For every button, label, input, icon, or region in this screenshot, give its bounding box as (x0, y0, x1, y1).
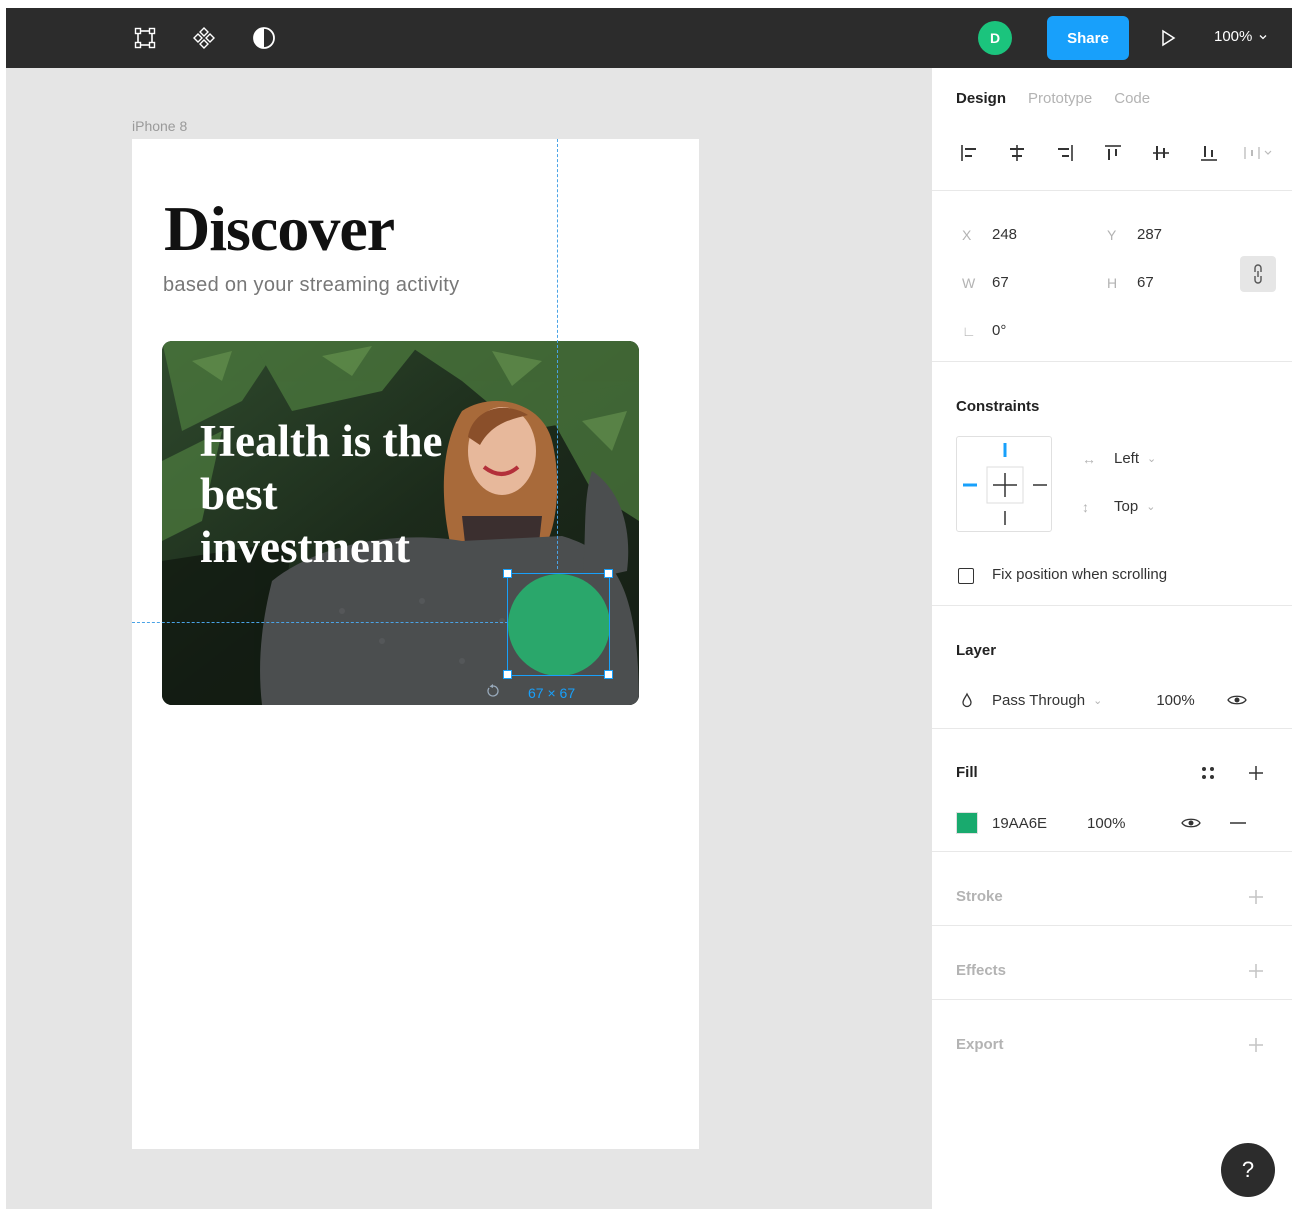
align-top-icon[interactable] (1100, 140, 1126, 166)
resize-handle-br[interactable] (604, 670, 613, 679)
align-left-icon[interactable] (956, 140, 982, 166)
tab-design[interactable]: Design (956, 90, 1006, 107)
horizontal-constraint-dropdown[interactable]: ↔ Left ⌄ (1082, 450, 1156, 467)
component-icon[interactable] (190, 24, 218, 52)
divider (932, 851, 1292, 852)
y-label: Y (1107, 226, 1117, 243)
link-icon (1254, 264, 1262, 284)
rotation-label: ∟ (962, 322, 976, 339)
subtitle-text[interactable]: based on your streaming activity (163, 274, 459, 297)
remove-fill-icon[interactable] (1229, 821, 1247, 825)
discover-heading[interactable]: Discover (164, 192, 395, 266)
h-value: 67 (1137, 274, 1154, 291)
align-middle-v-icon[interactable] (1148, 140, 1174, 166)
share-button[interactable]: Share (1047, 16, 1129, 60)
constraints-diagram (963, 443, 1047, 525)
divider (932, 605, 1292, 606)
frame-icon[interactable] (131, 24, 159, 52)
drop-icon (962, 692, 972, 708)
constrain-proportions-button[interactable] (1240, 256, 1276, 292)
w-field[interactable]: W 67 (962, 274, 1009, 291)
x-field[interactable]: X 248 (962, 226, 1017, 243)
fix-position-checkbox[interactable] (958, 568, 974, 584)
h-field[interactable]: H 67 (1107, 274, 1154, 291)
add-stroke-icon[interactable] (1247, 888, 1265, 906)
design-panel: Design Prototype Code X 248 Y 287 W 67 H… (931, 68, 1292, 1209)
x-label: X (962, 226, 972, 243)
tab-prototype[interactable]: Prototype (1028, 90, 1092, 107)
vertical-arrows-icon: ↕ (1082, 498, 1089, 515)
chevron-down-icon: ⌄ (1093, 694, 1103, 707)
rotate-icon[interactable] (486, 684, 500, 698)
fill-hex[interactable]: 19AA6E (992, 815, 1047, 832)
blend-mode-dropdown[interactable]: Pass Through (992, 692, 1085, 709)
zoom-dropdown[interactable]: 100% (1214, 28, 1268, 45)
fill-swatch[interactable] (956, 812, 978, 834)
styles-grid-icon[interactable] (1200, 765, 1216, 781)
stroke-title: Stroke (956, 888, 1003, 905)
eye-icon[interactable] (1181, 816, 1202, 830)
add-fill-icon[interactable] (1247, 764, 1265, 782)
layer-opacity[interactable]: 100% (1156, 692, 1194, 709)
add-effect-icon[interactable] (1247, 962, 1265, 980)
contrast-icon[interactable] (250, 24, 278, 52)
fill-title: Fill (956, 764, 978, 781)
panel-tabs: Design Prototype Code (956, 90, 1150, 107)
w-value: 67 (992, 274, 1009, 291)
layer-title: Layer (956, 642, 997, 659)
constraints-widget[interactable] (956, 436, 1052, 532)
user-avatar[interactable]: D (978, 21, 1012, 55)
horizontal-guide (132, 622, 508, 623)
horizontal-arrows-icon: ↔ (1082, 450, 1096, 467)
fill-opacity[interactable]: 100% (1087, 815, 1125, 832)
divider (932, 999, 1292, 1000)
divider (932, 728, 1292, 729)
w-label: W (962, 274, 976, 291)
horizontal-constraint-value: Left (1114, 450, 1140, 467)
vertical-constraint-dropdown[interactable]: ↕ Top ⌄ (1082, 498, 1155, 515)
fill-row: 19AA6E 100% (956, 808, 1278, 838)
fix-position-label[interactable]: Fix position when scrolling (992, 566, 1167, 583)
vertical-guide (557, 139, 558, 569)
divider (932, 190, 1292, 191)
frame-label[interactable]: iPhone 8 (132, 118, 187, 134)
layer-row: Pass Through ⌄ 100% (956, 685, 1278, 715)
divider (932, 925, 1292, 926)
effects-title: Effects (956, 962, 1007, 979)
align-right-icon[interactable] (1052, 140, 1078, 166)
alignment-toolbar (956, 140, 1278, 170)
chevron-down-icon: ⌄ (1147, 453, 1157, 465)
play-icon[interactable] (1156, 26, 1180, 50)
divider (932, 361, 1292, 362)
selection-box[interactable] (507, 573, 610, 676)
rotation-value: 0° (992, 322, 1007, 339)
constraints-title: Constraints (956, 398, 1040, 415)
h-label: H (1107, 274, 1118, 291)
distribute-icon[interactable] (1240, 140, 1278, 166)
export-title: Export (956, 1036, 1004, 1053)
card-title[interactable]: Health is the best investment (200, 415, 480, 574)
x-value: 248 (992, 226, 1018, 243)
rotation-field[interactable]: ∟ 0° (962, 322, 1006, 339)
help-button[interactable]: ? (1221, 1143, 1275, 1197)
selection-size-label: 67 × 67 (528, 685, 576, 701)
chevron-down-icon: ⌄ (1146, 501, 1156, 513)
align-center-h-icon[interactable] (1004, 140, 1030, 166)
eye-icon[interactable] (1226, 693, 1247, 707)
y-field[interactable]: Y 287 (1107, 226, 1162, 243)
align-bottom-icon[interactable] (1196, 140, 1222, 166)
add-export-icon[interactable] (1247, 1036, 1265, 1054)
resize-handle-bl[interactable] (503, 670, 512, 679)
zoom-value: 100% (1214, 28, 1253, 45)
top-toolbar: D Share 100% (6, 8, 1292, 68)
y-value: 287 (1137, 226, 1163, 243)
tab-code[interactable]: Code (1114, 90, 1150, 107)
vertical-constraint-value: Top (1114, 498, 1139, 515)
resize-handle-tl[interactable] (503, 569, 512, 578)
chevron-down-icon (1259, 34, 1267, 39)
resize-handle-tr[interactable] (604, 569, 613, 578)
figma-app: D Share 100% iPhone 8 Discover based on … (6, 8, 1292, 1209)
